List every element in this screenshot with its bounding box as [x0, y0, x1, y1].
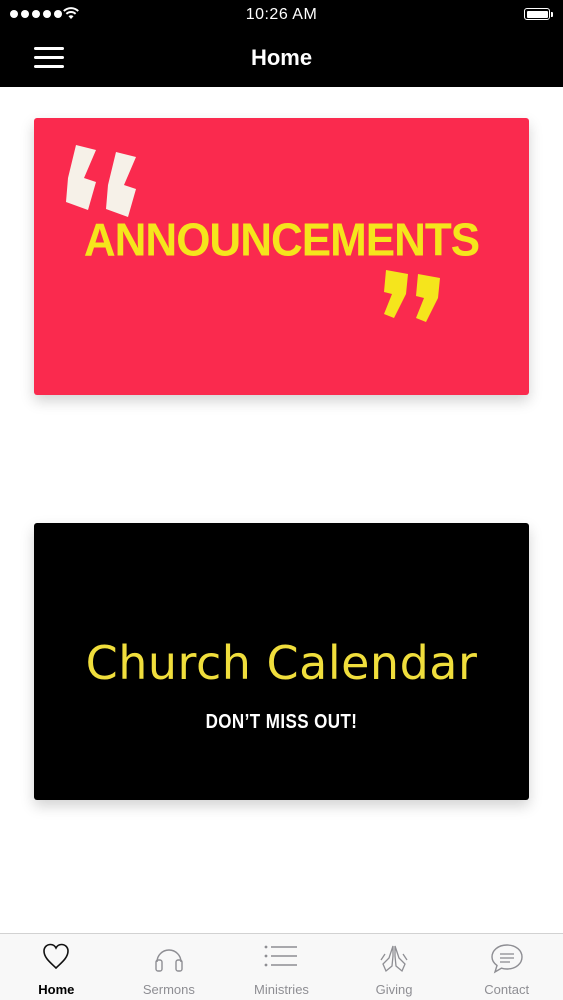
tab-label: Sermons	[142, 982, 195, 997]
battery-icon	[524, 8, 553, 20]
calendar-subheading: DON’T MISS OUT!	[205, 711, 358, 733]
heart-icon	[43, 943, 70, 970]
tab-ministries[interactable]: Ministries	[225, 934, 338, 1000]
page-title: Home	[250, 45, 313, 70]
tab-sermons[interactable]: Sermons	[113, 934, 226, 1000]
status-time: 10:26 AM	[245, 6, 318, 23]
tab-giving[interactable]: Giving	[338, 934, 451, 1000]
tab-contact[interactable]: Contact	[450, 934, 563, 1000]
status-bar: 10:26 AM	[0, 0, 563, 30]
tab-bar: Home Sermons Ministries Giving Contact	[0, 933, 563, 1000]
tab-label: Home	[38, 982, 75, 997]
headphones-icon	[155, 949, 183, 972]
list-icon	[265, 945, 298, 967]
tab-label: Ministries	[254, 982, 309, 997]
tab-label: Giving	[375, 982, 413, 997]
open-quote-icon	[66, 145, 136, 217]
calendar-heading: Church Calendar	[85, 636, 478, 690]
announcements-heading: ANNOUNCEMENTS	[83, 214, 480, 267]
church-calendar-card[interactable]: Church Calendar DON’T MISS OUT!	[34, 523, 529, 800]
navigation-bar: Home	[0, 30, 563, 87]
tab-label: Contact	[484, 982, 530, 997]
announcements-card[interactable]: ANNOUNCEMENTS	[34, 118, 529, 395]
chat-bubble-icon	[490, 944, 523, 974]
praying-hands-icon	[380, 945, 408, 973]
close-quote-icon	[384, 270, 440, 322]
tab-home[interactable]: Home	[0, 934, 113, 1000]
